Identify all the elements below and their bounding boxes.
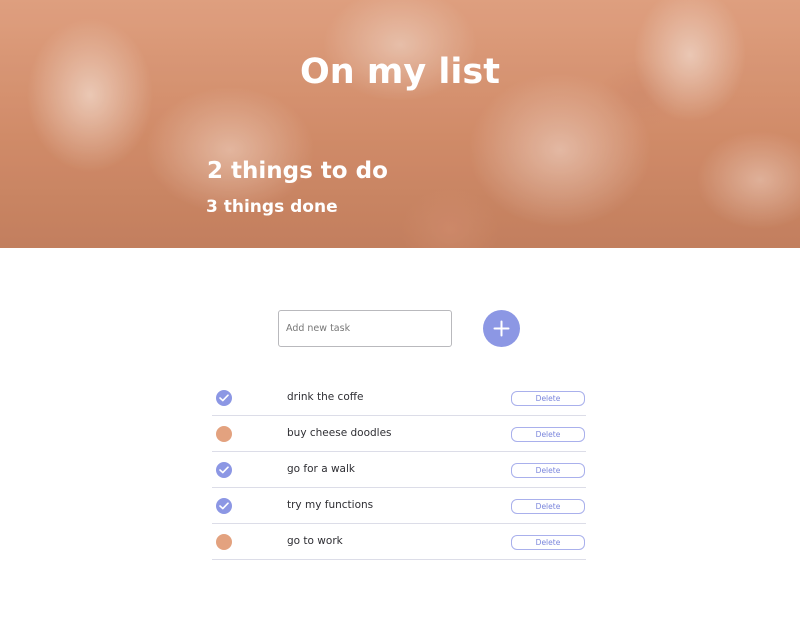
delete-button[interactable]: Delete (511, 499, 585, 514)
task-status-toggle[interactable] (216, 390, 232, 406)
task-row: drink the coffe Delete (212, 380, 586, 416)
task-row: buy cheese doodles Delete (212, 416, 586, 452)
page-title: On my list (300, 52, 500, 92)
delete-button[interactable]: Delete (511, 463, 585, 478)
task-list: drink the coffe Delete buy cheese doodle… (212, 380, 586, 560)
plus-icon (493, 320, 510, 337)
todo-count: 2 things to do (207, 158, 388, 184)
check-icon (219, 394, 229, 402)
delete-button[interactable]: Delete (511, 427, 585, 442)
task-status-toggle[interactable] (216, 498, 232, 514)
new-task-input[interactable] (278, 310, 452, 347)
hero-header: On my list 2 things to do 3 things done (0, 0, 800, 248)
done-count: 3 things done (206, 197, 338, 217)
check-icon (219, 502, 229, 510)
task-text: try my functions (287, 499, 374, 511)
delete-button[interactable]: Delete (511, 391, 585, 406)
task-row: try my functions Delete (212, 488, 586, 524)
task-text: buy cheese doodles (287, 427, 392, 439)
delete-button[interactable]: Delete (511, 535, 585, 550)
task-text: drink the coffe (287, 391, 364, 403)
task-status-toggle[interactable] (216, 534, 232, 550)
check-icon (219, 466, 229, 474)
task-row: go to work Delete (212, 524, 586, 560)
task-text: go for a walk (287, 463, 355, 475)
task-text: go to work (287, 535, 343, 547)
task-status-toggle[interactable] (216, 462, 232, 478)
add-task-button[interactable] (483, 310, 520, 347)
task-row: go for a walk Delete (212, 452, 586, 488)
task-status-toggle[interactable] (216, 426, 232, 442)
